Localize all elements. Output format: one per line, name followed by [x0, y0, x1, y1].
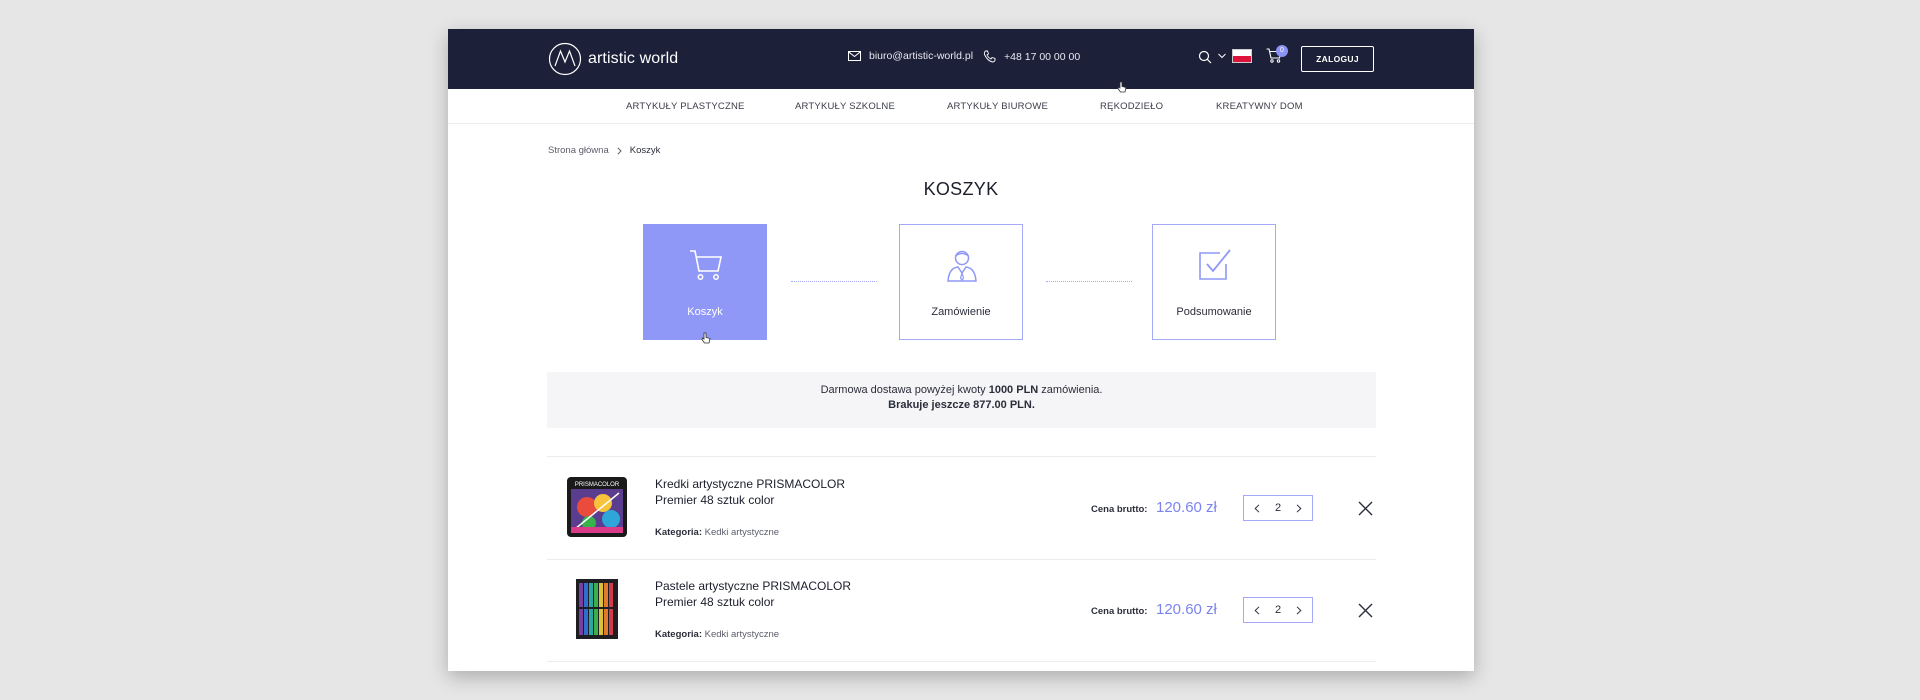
product-name[interactable]: Pastele artystyczne PRISMACOLOR Premier …	[655, 578, 851, 610]
product-name[interactable]: Kredki artystyczne PRISMACOLOR Premier 4…	[655, 476, 845, 508]
product-image[interactable]: PRISMACOLOR	[567, 477, 627, 537]
phone-contact[interactable]: +48 17 00 00 00	[983, 50, 1080, 63]
decrease-quantity-button[interactable]	[1254, 605, 1260, 615]
email-text: biuro@artistic-world.pl	[869, 50, 974, 62]
step-summary[interactable]: Podsumowanie	[1152, 224, 1276, 340]
chevron-right-icon	[617, 146, 622, 155]
divider	[547, 661, 1376, 662]
step-cart[interactable]: Koszyk	[643, 224, 767, 340]
logo[interactable]: artistic world	[548, 42, 678, 76]
nav-item-art-supplies[interactable]: ARTYKUŁY PLASTYCZNE	[626, 101, 745, 112]
nav-item-handicraft[interactable]: RĘKODZIEŁO	[1100, 101, 1163, 112]
free-delivery-suffix: zamówienia.	[1041, 384, 1103, 396]
price-label: Cena brutto:	[1091, 504, 1148, 515]
main-nav: ARTYKUŁY PLASTYCZNE ARTYKUŁY SZKOLNE ART…	[448, 89, 1474, 124]
free-delivery-info: Darmowa dostawa powyżej kwoty 1000 PLN z…	[547, 372, 1376, 428]
browser-page: artistic world biuro@artistic-world.pl +…	[448, 29, 1474, 671]
logo-mark-icon	[548, 42, 582, 76]
phone-icon	[983, 50, 996, 63]
product-price: 120.60 zł	[1156, 601, 1217, 618]
step-label: Koszyk	[687, 306, 723, 318]
cart-icon	[690, 250, 722, 280]
quantity-stepper: 2	[1243, 597, 1313, 623]
step-order[interactable]: Zamówienie	[899, 224, 1023, 340]
nav-item-office-supplies[interactable]: ARTYKUŁY BIUROWE	[947, 101, 1048, 112]
top-bar: artistic world biuro@artistic-world.pl +…	[448, 29, 1474, 89]
decrease-quantity-button[interactable]	[1254, 503, 1260, 513]
step-connector	[791, 281, 877, 282]
product-category: Kategoria: Kedki artystyczne	[655, 527, 779, 538]
product-name-line: Premier 48 sztuk color	[655, 595, 775, 609]
logo-text: artistic world	[588, 50, 679, 67]
product-image-brand: PRISMACOLOR	[575, 482, 620, 488]
remove-item-button[interactable]	[1358, 603, 1373, 618]
product-name-line: Premier 48 sztuk color	[655, 493, 775, 507]
category-value: Kedki artystyczne	[704, 527, 780, 538]
product-price: 120.60 zł	[1156, 499, 1217, 516]
free-delivery-text: Darmowa dostawa powyżej kwoty 1000 PLN z…	[547, 384, 1376, 396]
step-label: Zamówienie	[931, 306, 991, 318]
chevron-down-icon	[1218, 53, 1226, 59]
nav-item-school-supplies[interactable]: ARTYKUŁY SZKOLNE	[795, 101, 895, 112]
product-name-line: Pastele artystyczne PRISMACOLOR	[655, 579, 852, 593]
language-selector[interactable]	[1218, 49, 1252, 63]
cart-count-badge: 0	[1276, 45, 1288, 57]
phone-text: +48 17 00 00 00	[1004, 50, 1081, 63]
step-label: Podsumowanie	[1176, 306, 1252, 318]
poland-flag-icon	[1232, 49, 1252, 63]
product-category: Kategoria: Kedki artystyczne	[655, 629, 779, 640]
free-delivery-prefix: Darmowa dostawa powyżej kwoty	[820, 384, 986, 396]
category-value: Kedki artystyczne	[704, 629, 780, 640]
envelope-icon	[848, 51, 861, 61]
quantity-value[interactable]: 2	[1275, 604, 1281, 616]
login-button[interactable]: ZALOGUJ	[1301, 46, 1374, 72]
free-delivery-amount: 1000 PLN	[988, 384, 1039, 396]
search-icon	[1198, 50, 1212, 64]
product-name-line: Kredki artystyczne PRISMACOLOR	[655, 477, 846, 491]
increase-quantity-button[interactable]	[1296, 605, 1302, 615]
quantity-value[interactable]: 2	[1275, 502, 1281, 514]
category-label: Kategoria:	[655, 629, 702, 640]
cart-item: Pastele artystyczne PRISMACOLOR Premier …	[547, 559, 1376, 661]
quantity-stepper: 2	[1243, 495, 1313, 521]
person-icon	[947, 250, 977, 282]
breadcrumb-home[interactable]: Strona główna	[548, 145, 609, 156]
email-contact[interactable]: biuro@artistic-world.pl	[848, 50, 973, 62]
increase-quantity-button[interactable]	[1296, 503, 1302, 513]
nav-item-creative-home[interactable]: KREATYWNY DOM	[1216, 101, 1303, 112]
cart-item: PRISMACOLOR Kredki artystyczne PRISMACOL…	[547, 457, 1376, 559]
remaining-amount: Brakuje jeszcze 877.00 PLN.	[888, 399, 1035, 411]
remove-item-button[interactable]	[1358, 501, 1373, 516]
hand-cursor-icon	[701, 332, 711, 344]
category-label: Kategoria:	[655, 527, 702, 538]
hand-cursor-icon	[1117, 81, 1127, 93]
product-image[interactable]	[567, 579, 627, 639]
breadcrumb: Strona główna Koszyk	[548, 145, 660, 156]
checkbox-icon	[1199, 249, 1231, 280]
price-label: Cena brutto:	[1091, 606, 1148, 617]
search-button[interactable]	[1198, 50, 1212, 69]
step-connector	[1046, 281, 1132, 282]
page-title: KOSZYK	[923, 179, 999, 199]
breadcrumb-current: Koszyk	[629, 145, 661, 156]
